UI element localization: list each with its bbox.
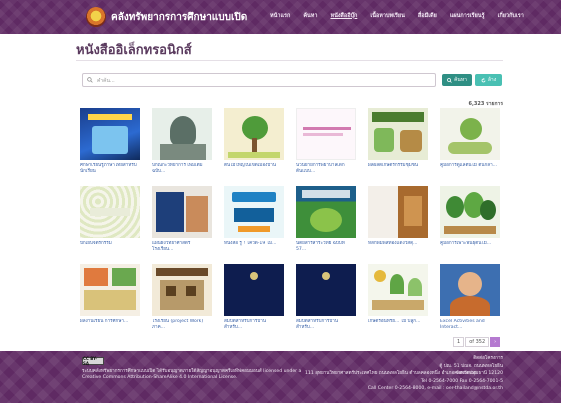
search-button-label: ค้นหา xyxy=(454,77,467,83)
book-cover-pale[interactable] xyxy=(296,108,356,160)
title-divider xyxy=(76,60,503,61)
book-cover-person[interactable] xyxy=(440,264,500,316)
book-card[interactable]: หลักพิมพ์สีทองแดงวัสดุ... xyxy=(368,186,428,253)
book-cover-trees[interactable] xyxy=(440,186,500,238)
book-cover-navy[interactable] xyxy=(296,264,356,316)
book-title[interactable]: ผลผลิตเกษตรกรรมชุมชน xyxy=(368,163,428,175)
book-title[interactable]: เกษตรอินทรีย์... ไม้ ปลูก... xyxy=(368,319,428,331)
search-button[interactable]: ค้นหา xyxy=(442,74,472,86)
site-title[interactable]: คลังทรัพยากรการศึกษาแบบเปิด xyxy=(111,10,247,25)
footer-contact: ติดต่อโครงการ ตู้ ปณ. 51 ปณจ. ถนนพหลโยธิ… xyxy=(368,355,503,393)
menu-item-search[interactable]: ค้นหา xyxy=(303,12,317,20)
next-page-button[interactable]: › xyxy=(490,337,501,347)
book-card[interactable]: สมบัติสำหรับการบ้าน สำหรับ... xyxy=(296,264,356,331)
page-total: of 352 xyxy=(465,337,490,347)
book-title[interactable]: ปกิณกะวิทยาการ เพิ่มเติม ฉบับ... xyxy=(152,163,212,175)
book-card[interactable]: แผนผังวิทยาศาสตร์ โรงเรียน... xyxy=(152,186,212,253)
menu-item-media[interactable]: สื่อมีเดีย xyxy=(418,12,437,20)
book-card[interactable]: ต้นไม้ใหญ่ในเขตเมืองบ้าน xyxy=(224,108,284,175)
book-title[interactable]: Excel Activities and Interact... xyxy=(440,319,500,331)
refresh-icon xyxy=(481,77,486,82)
reset-button-label: ล้าง xyxy=(487,77,497,83)
reset-button[interactable]: ล้าง xyxy=(475,74,502,86)
book-cover-plants[interactable] xyxy=(368,108,428,160)
book-title[interactable]: โรงเรียน (project Work) ภาค... xyxy=(152,319,212,331)
book-title[interactable]: นวนิยายการพยาบาลเด็ก ต้นแบบ... xyxy=(296,163,356,175)
book-card[interactable]: นิตยสารสาระวิทย์ ฉบับที่ 57... xyxy=(296,186,356,253)
menu-item-ebooks[interactable]: หนังสืออีบุ๊ก xyxy=(330,12,357,20)
book-title[interactable]: หลักพิมพ์สีทองแดงวัสดุ... xyxy=(368,241,428,253)
book-title[interactable]: ต้นไม้ใหญ่ในเขตเมืองบ้าน xyxy=(224,163,284,175)
book-card[interactable]: คู่มือการดูแลต้นไม้ ต้นกล้า... xyxy=(440,108,500,175)
book-card[interactable]: นวนิยายการพยาบาลเด็ก ต้นแบบ... xyxy=(296,108,356,175)
book-card[interactable]: โรงเรียน (project Work) ภาค... xyxy=(152,264,212,331)
book-title[interactable]: คู่มือการดูแลต้นไม้ ต้นกล้า... xyxy=(440,163,500,175)
book-card[interactable]: Excel Activities and Interact... xyxy=(440,264,500,331)
menu-item-lessons[interactable]: เนื้อหาบทเรียน xyxy=(370,12,405,20)
contact-line: ตู้ ปณ. 51 ปณจ. ถนนพหลโยธิน xyxy=(439,363,503,369)
contact-line: ติดต่อโครงการ xyxy=(473,356,503,361)
book-card[interactable]: หนังสือ รู้ ! โควิด-19 ไม่... xyxy=(224,186,284,253)
book-cover-building[interactable] xyxy=(152,264,212,316)
book-card[interactable]: ปักเย็บจิตรกรรม xyxy=(80,186,140,253)
license-text: ระบบคลังทรัพยากรการศึกษาแบบเปิด ได้รับอน… xyxy=(82,369,302,374)
site-logo-icon[interactable] xyxy=(86,7,106,27)
book-title[interactable]: คู่มือการเพาะพันธุ์ต้นไม้... xyxy=(440,241,500,253)
menu-item-plans[interactable]: แผนการเรียนรู้ xyxy=(450,12,485,20)
book-cover-tree[interactable] xyxy=(224,108,284,160)
book-cover-garden[interactable] xyxy=(368,264,428,316)
contact-line: Call Center 0-2564-8000, e-mail : oer-th… xyxy=(367,386,503,391)
search-placeholder: คำค้น... xyxy=(97,78,115,84)
book-cover-navy[interactable] xyxy=(224,264,284,316)
cc-license-badge[interactable]: CC BY-SA xyxy=(82,356,104,366)
book-cover-portrait[interactable] xyxy=(152,108,212,160)
book-title[interactable]: หนังสือ รู้ ! โควิด-19 ไม่... xyxy=(224,241,284,253)
search-icon xyxy=(87,77,93,83)
book-title[interactable]: แผนผังวิทยาศาสตร์ โรงเรียน... xyxy=(152,241,212,253)
book-card[interactable]: ศึกษาเรียนรู้ภาษาไทยสำหรับนักเรียน xyxy=(80,108,140,175)
book-title[interactable]: ศึกษาเรียนรู้ภาษาไทยสำหรับนักเรียน xyxy=(80,163,140,175)
book-card[interactable]: ปกิณกะวิทยาการ เพิ่มเติม ฉบับ... xyxy=(152,108,212,175)
book-title[interactable]: นิตยสารสาระวิทย์ ฉบับที่ 57... xyxy=(296,241,356,253)
contact-line: Tel 0-2564-7000 Fax 0-2564-7001-5 xyxy=(420,378,503,384)
book-cover-magazine[interactable] xyxy=(296,186,356,238)
book-title[interactable]: ปักเย็บจิตรกรรม xyxy=(80,241,140,253)
book-card[interactable]: คู่มือการเพาะพันธุ์ต้นไม้... xyxy=(440,186,500,253)
license-link[interactable]: Creative Commons Attribution-ShareAlike … xyxy=(82,375,237,380)
book-card[interactable]: ผลผลิตเกษตรกรรมชุมชน xyxy=(368,108,428,175)
book-title[interactable]: สมบัติสำหรับการบ้าน สำหรับ... xyxy=(224,319,284,331)
book-card[interactable]: สมบัติสำหรับการบ้าน สำหรับ... xyxy=(224,264,284,331)
pagination: 1 of 352 › xyxy=(453,337,501,347)
page-number-input[interactable]: 1 xyxy=(453,337,465,347)
book-title[interactable]: สมบัติสำหรับการบ้าน สำหรับ... xyxy=(296,319,356,331)
top-navigation-bar: คลังทรัพยากรการศึกษาแบบเปิด หน้าแรก ค้นห… xyxy=(0,0,561,34)
main-menu: หน้าแรก ค้นหา หนังสืออีบุ๊ก เนื้อหาบทเรี… xyxy=(270,12,524,20)
search-input[interactable]: คำค้น... xyxy=(82,73,436,87)
book-cover-pattern[interactable] xyxy=(80,186,140,238)
book-card[interactable]: ผลงานเรียน การศึกษา... xyxy=(80,264,140,331)
search-button-icon xyxy=(447,77,452,83)
book-cover-classroom[interactable] xyxy=(152,186,212,238)
book-cover-covid[interactable] xyxy=(224,186,284,238)
page-title: หนังสืออิเล็กทรอนิกส์ xyxy=(76,43,192,58)
result-count: 6,323 รายการ xyxy=(468,101,504,107)
book-card[interactable]: เกษตรอินทรีย์... ไม้ ปลูก... xyxy=(368,264,428,331)
book-title[interactable]: ผลงานเรียน การศึกษา... xyxy=(80,319,140,331)
contact-line: จังหวัดปทุมธานี 12120 xyxy=(455,371,503,376)
footer: CC BY-SA ระบบคลังทรัพยากรการศึกษาแบบเปิด… xyxy=(0,351,561,403)
menu-item-home[interactable]: หน้าแรก xyxy=(270,12,290,20)
menu-item-about[interactable]: เกี่ยวกับเรา xyxy=(498,12,524,20)
book-cover-seedling[interactable] xyxy=(440,108,500,160)
book-cover-blue[interactable] xyxy=(80,108,140,160)
book-cover-wood[interactable] xyxy=(368,186,428,238)
book-cover-collage[interactable] xyxy=(80,264,140,316)
